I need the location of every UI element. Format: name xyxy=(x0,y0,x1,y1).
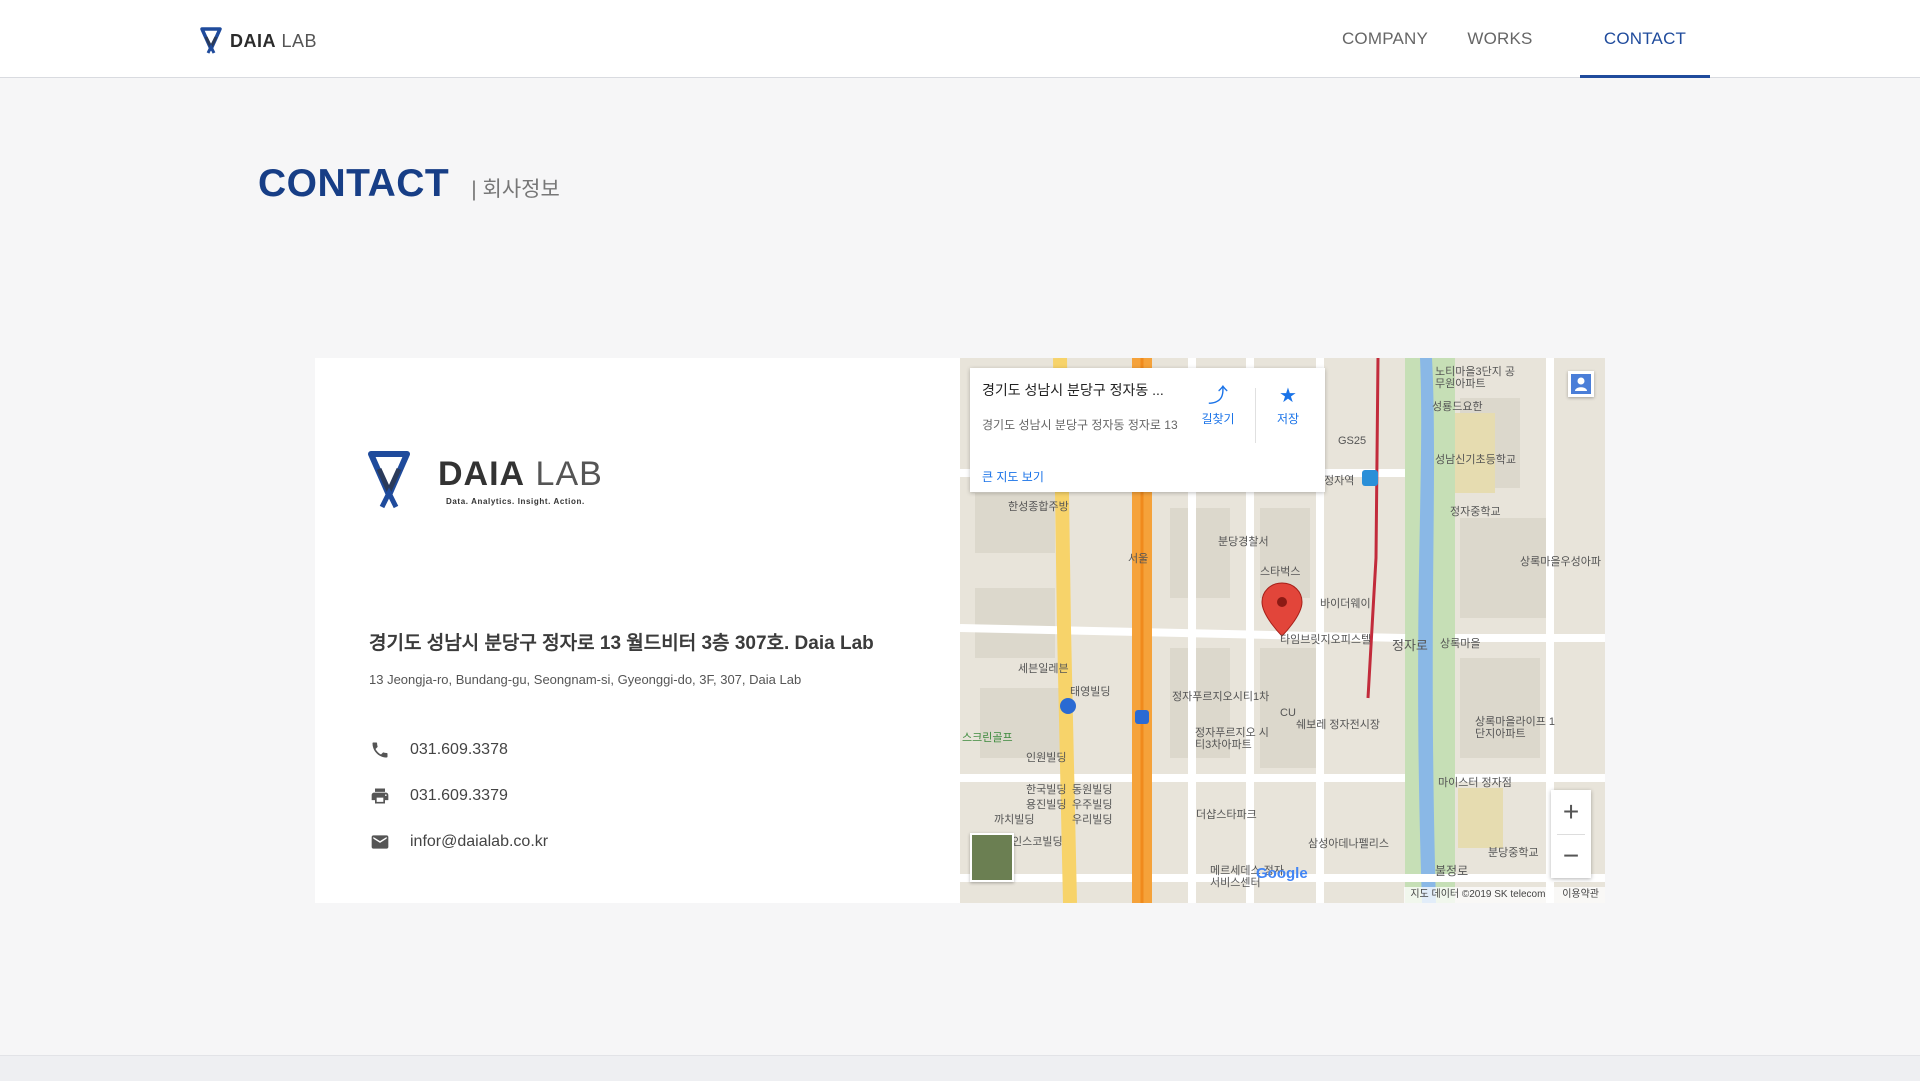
map-info-window: 경기도 성남시 분당구 정자동 ... 경기도 성남시 분당구 정자동 정자로 … xyxy=(970,368,1325,492)
map-label: 노티마을3단지 공무원아파트 xyxy=(1435,366,1516,390)
map-label: 우리빌딩 xyxy=(1072,814,1113,826)
map-label: 상록마을라이프 1단지아파트 xyxy=(1475,716,1556,740)
directions-button[interactable]: ⤴ 길찾기 xyxy=(1188,382,1248,427)
star-icon: ★ xyxy=(1279,385,1297,407)
daia-logo-icon xyxy=(200,27,222,54)
info-divider xyxy=(1255,388,1256,443)
daia-logo-icon xyxy=(368,451,410,509)
mail-icon xyxy=(369,831,391,853)
nav-contact[interactable]: CONTACT xyxy=(1580,0,1710,78)
map-label: 스크린골프 xyxy=(962,732,1013,744)
map-label: 분당중학교 xyxy=(1488,847,1539,859)
email-address[interactable]: infor@daialab.co.kr xyxy=(410,833,548,851)
footer-strip xyxy=(0,1055,1920,1081)
nav-company[interactable]: COMPANY xyxy=(1330,0,1440,78)
map-label: GS25 xyxy=(1338,435,1367,447)
save-button[interactable]: ★ 저장 xyxy=(1258,382,1318,427)
map-label: 성남신기초등학교 xyxy=(1435,454,1516,466)
zoom-divider xyxy=(1557,834,1585,835)
map-label: 태영빌딩 xyxy=(1070,686,1111,698)
map-label: 인스코빌딩 xyxy=(1012,836,1063,848)
map-label: 인원빌딩 xyxy=(1026,752,1067,764)
printer-icon xyxy=(369,785,391,807)
map-label: 한성종합주방 xyxy=(1008,501,1069,513)
page-heading: CONTACT | 회사정보 xyxy=(258,162,560,206)
card-logo-tagline: Data. Analytics. Insight. Action. xyxy=(446,497,585,506)
phone-number: 031.609.3378 xyxy=(410,741,508,758)
map-label: 성룡드요한 xyxy=(1432,401,1483,413)
phone-icon xyxy=(369,739,391,761)
info-title: 경기도 성남시 분당구 정자동 ... xyxy=(982,382,1164,398)
satellite-toggle[interactable] xyxy=(970,833,1014,882)
address-english: 13 Jeongja-ro, Bundang-gu, Seongnam-si, … xyxy=(369,672,802,687)
zoom-controls: + − xyxy=(1551,790,1591,878)
card-logo-text: DAIA LAB xyxy=(438,455,603,493)
map-label: 정자역 xyxy=(1324,475,1355,487)
map-label: 바이더웨이 xyxy=(1320,598,1371,610)
zoom-out-button[interactable]: − xyxy=(1551,834,1591,878)
site-header: DAIA LAB COMPANY WORKS CONTACT xyxy=(0,0,1920,78)
map-label: 정자중학교 xyxy=(1450,506,1501,518)
map-label: 한국빌딩 xyxy=(1026,784,1067,796)
map-label: 더샵스타파크 xyxy=(1196,809,1257,821)
map-label: 정자푸르지오시티1차 xyxy=(1172,691,1270,703)
nav-works[interactable]: WORKS xyxy=(1450,0,1550,78)
map-label: 쉐보레 정자전시장 xyxy=(1296,719,1381,731)
page-subtitle: | 회사정보 xyxy=(471,178,560,201)
map-label: 상록마을 xyxy=(1440,638,1481,650)
map-label: 정자푸르지오 시티3차아파트 xyxy=(1195,727,1269,751)
terms-link[interactable]: 이용약관 xyxy=(1562,889,1599,900)
large-map-link[interactable]: 큰 지도 보기 xyxy=(982,468,1044,485)
map-label: 까치빌딩 xyxy=(994,814,1035,826)
map-label: 스타벅스 xyxy=(1260,566,1301,578)
map-label: 우주빌딩 xyxy=(1072,799,1113,811)
card-logo: DAIA LAB Data. Analytics. Insight. Actio… xyxy=(368,451,608,513)
header-logo-text: DAIA LAB xyxy=(230,30,318,51)
address-korean: 경기도 성남시 분당구 정자로 13 월드비터 3층 307호. Daia La… xyxy=(369,633,874,654)
map-label: 서울 xyxy=(1128,553,1149,565)
map-label: 동원빌딩 xyxy=(1072,784,1113,796)
fax-row: 031.609.3379 xyxy=(369,785,508,807)
fax-number: 031.609.3379 xyxy=(410,787,508,804)
map-data-credit: 지도 데이터 ©2019 SK telecom xyxy=(1410,889,1546,900)
contact-card: DAIA LAB Data. Analytics. Insight. Actio… xyxy=(315,358,960,903)
google-logo: Google xyxy=(1256,865,1308,882)
location-map[interactable]: 노티마을3단지 공무원아파트 성룡드요한 성남신기초등학교 정자중학교 상록마을… xyxy=(960,358,1605,903)
map-label: 상록마을우성아파 xyxy=(1520,556,1601,568)
phone-row: 031.609.3378 xyxy=(369,739,508,761)
map-label: 불정로 xyxy=(1435,864,1469,878)
info-address: 경기도 성남시 분당구 정자동 정자로 13 xyxy=(982,418,1178,432)
map-label: 분당경찰서 xyxy=(1218,536,1269,548)
map-label: 타임브릿지오피스텔 xyxy=(1280,634,1372,646)
email-row: infor@daialab.co.kr xyxy=(369,831,548,853)
page-title: CONTACT xyxy=(258,162,450,205)
directions-icon: ⤴ xyxy=(1208,385,1228,407)
map-label: 마이스터 정자점 xyxy=(1438,777,1512,789)
map-attribution: 지도 데이터 ©2019 SK telecom 이용약관 xyxy=(1404,887,1605,903)
map-label: 정자로 xyxy=(1392,638,1428,653)
pegman-icon[interactable] xyxy=(1568,371,1594,397)
map-label: 세븐일레븐 xyxy=(1018,663,1069,675)
map-label: 용진빌딩 xyxy=(1026,799,1067,811)
header-logo[interactable]: DAIA LAB xyxy=(200,26,317,56)
zoom-in-button[interactable]: + xyxy=(1551,790,1591,834)
map-label: CU xyxy=(1280,707,1296,719)
map-label: 삼성아데나펠리스 xyxy=(1308,838,1389,850)
